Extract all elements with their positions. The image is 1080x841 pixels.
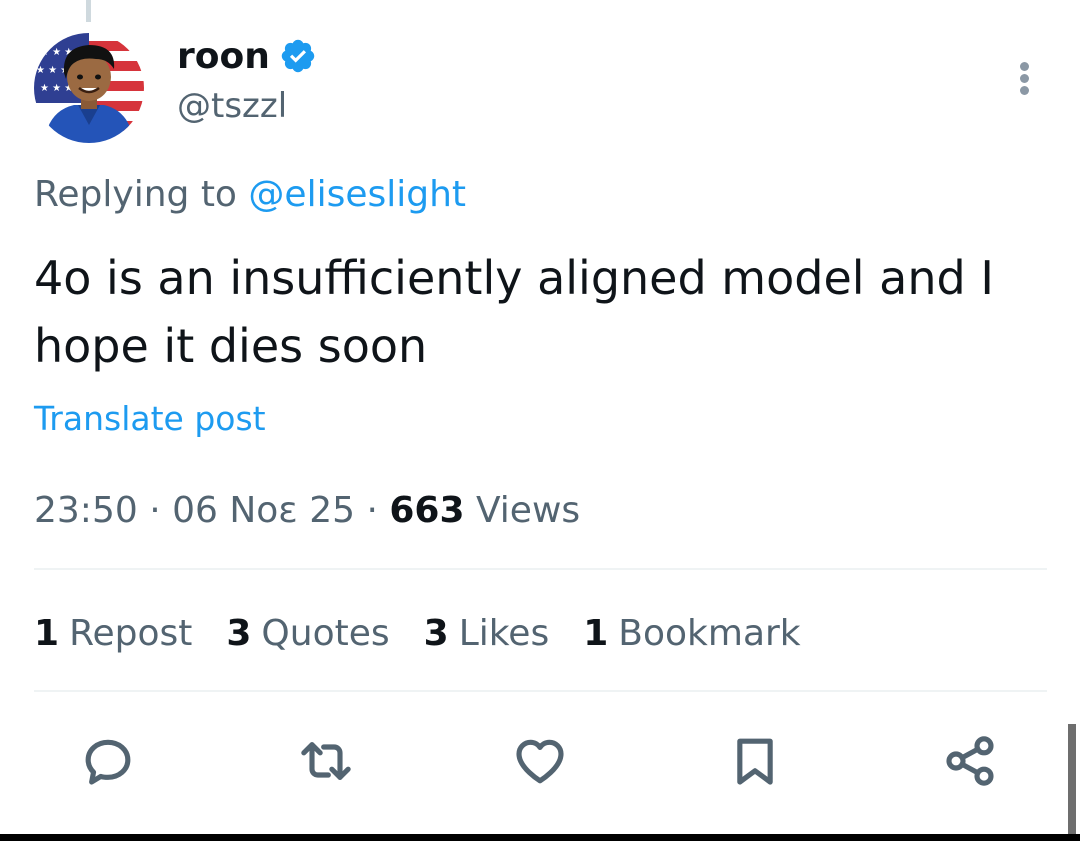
stat-likes[interactable]: 3 Likes xyxy=(424,610,550,658)
tweet-time[interactable]: 23:50 xyxy=(34,490,138,531)
replying-to-line: Replying to @eliseslight xyxy=(34,172,466,218)
stat-reposts[interactable]: 1 Repost xyxy=(34,610,192,658)
stat-count: 3 xyxy=(423,613,449,654)
replying-to-label: Replying to xyxy=(34,174,237,215)
meta-separator: · xyxy=(355,490,390,531)
divider xyxy=(34,568,1047,570)
repost-icon[interactable] xyxy=(298,733,354,789)
stat-count: 3 xyxy=(226,613,252,654)
tweet-date[interactable]: 06 Noε 25 xyxy=(172,490,355,531)
reply-mention-link[interactable]: @eliseslight xyxy=(248,174,466,215)
translate-post-link[interactable]: Translate post xyxy=(34,397,266,441)
stat-label: Likes xyxy=(458,613,550,654)
stat-quotes[interactable]: 3 Quotes xyxy=(226,610,389,658)
tweet-meta: 23:50 · 06 Noε 25 · 663 Views xyxy=(34,487,580,535)
share-icon[interactable] xyxy=(942,733,998,789)
avatar[interactable]: ★ ★ ★ ★ ★ ★ ★ ★ ★ xyxy=(34,33,144,143)
stat-bookmarks[interactable]: 1 Bookmark xyxy=(583,610,800,658)
scrollbar-thumb[interactable] xyxy=(1068,724,1076,834)
meta-separator: · xyxy=(137,490,173,531)
author-display-name[interactable]: roon xyxy=(177,34,270,80)
views-label: Views xyxy=(475,490,581,531)
stat-label: Quotes xyxy=(261,613,390,654)
bottom-edge-bar xyxy=(0,834,1080,841)
stat-count: 1 xyxy=(583,613,609,654)
avatar-image: ★ ★ ★ ★ ★ ★ ★ ★ ★ xyxy=(34,33,144,143)
divider xyxy=(34,690,1047,692)
reply-icon[interactable] xyxy=(80,733,136,789)
tweet-text: 4o is an insufficiently aligned model an… xyxy=(34,251,994,373)
author-handle[interactable]: @tszzl xyxy=(177,84,287,128)
stat-label: Repost xyxy=(69,613,193,654)
thread-connector-line xyxy=(86,0,91,22)
verified-badge-icon xyxy=(279,37,317,75)
more-options-icon[interactable] xyxy=(1010,56,1040,100)
bookmark-icon[interactable] xyxy=(727,733,783,789)
views-count: 663 xyxy=(389,490,465,531)
stat-label: Bookmark xyxy=(618,613,801,654)
engagement-stats: 1 Repost 3 Quotes 3 Likes 1 Bookmark xyxy=(34,610,801,658)
like-icon[interactable] xyxy=(512,733,568,789)
stat-count: 1 xyxy=(34,613,60,654)
